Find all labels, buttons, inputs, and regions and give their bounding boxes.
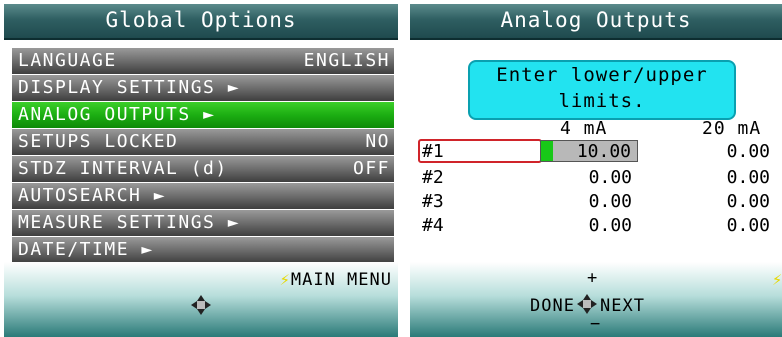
menu-item-label: DISPLAY SETTINGS: [18, 77, 216, 98]
main-menu-softkey[interactable]: ⚡MAIN MENU: [280, 270, 392, 290]
analog-outputs-screen: Analog Outputs Enter lower/upper limits.…: [410, 4, 782, 337]
submenu-arrow-icon: ►: [227, 77, 241, 98]
four-way-nav-icon: [577, 294, 597, 314]
menu-area: LANGUAGE ENGLISH DISPLAY SETTINGS ► ANAL…: [4, 40, 398, 264]
screen-title: Global Options: [4, 4, 398, 40]
menu-item-display-settings[interactable]: DISPLAY SETTINGS ►: [12, 75, 394, 101]
screen-title: Analog Outputs: [410, 4, 782, 40]
menu-item-label: AUTOSEARCH: [18, 185, 142, 206]
menu-item-value: ENGLISH: [303, 50, 390, 71]
menu-item-measure-settings[interactable]: MEASURE SETTINGS ►: [12, 210, 394, 236]
low-limit-value[interactable]: 0.00: [542, 190, 632, 214]
submenu-arrow-icon: ►: [141, 239, 154, 260]
global-options-screen: Global Options LANGUAGE ENGLISH DISPLAY …: [4, 4, 398, 337]
next-softkey[interactable]: NEXT: [600, 296, 645, 316]
low-limit-input[interactable]: 10.00: [540, 140, 638, 162]
menu-item-date-time[interactable]: DATE/TIME ►: [12, 237, 394, 263]
submenu-arrow-icon: ►: [153, 185, 167, 206]
output-label: #4: [422, 215, 444, 236]
increment-label: +: [587, 268, 599, 288]
lightning-bolt-icon: ⚡: [772, 270, 782, 290]
lightning-bolt-icon: ⚡: [279, 270, 291, 290]
menu-item-analog-outputs[interactable]: ANALOG OUTPUTS ►: [12, 102, 394, 128]
done-softkey[interactable]: DONE: [530, 296, 575, 316]
menu-item-label: LANGUAGE: [18, 50, 117, 71]
menu-item-label: SETUPS LOCKED: [18, 131, 179, 152]
menu-item-stdz-interval[interactable]: STDZ INTERVAL (d) OFF: [12, 156, 394, 182]
high-limit-value[interactable]: 0.00: [670, 166, 770, 190]
menu-item-label: MEASURE SETTINGS: [18, 212, 216, 233]
options-menu: LANGUAGE ENGLISH DISPLAY SETTINGS ► ANAL…: [12, 48, 394, 264]
softkey-bar: + DONE NEXT − ⚡: [410, 262, 782, 337]
submenu-arrow-icon: ►: [203, 104, 216, 125]
output-label: #3: [422, 191, 444, 212]
output-row: #4 0.00 0.00: [420, 214, 782, 238]
menu-item-autosearch[interactable]: AUTOSEARCH ►: [12, 183, 394, 209]
high-limit-value[interactable]: 0.00: [670, 190, 770, 214]
outputs-area: Enter lower/upper limits. 4 mA 20 mA #1 …: [410, 40, 782, 262]
menu-item-label: STDZ INTERVAL (d): [18, 158, 228, 179]
instruction-banner: Enter lower/upper limits.: [468, 60, 736, 120]
column-header-high: 20 mA: [702, 118, 762, 139]
four-way-nav-icon: [191, 295, 211, 315]
output-row: #1 10.00 0.00: [418, 139, 782, 164]
menu-item-language[interactable]: LANGUAGE ENGLISH: [12, 48, 394, 74]
menu-item-label: DATE/TIME: [18, 239, 130, 260]
edit-cursor: [541, 141, 553, 161]
output-row: #3 0.00 0.00: [420, 190, 782, 214]
low-limit-value[interactable]: 0.00: [542, 166, 632, 190]
output-row: #2 0.00 0.00: [420, 166, 782, 190]
output-label: #1: [422, 141, 444, 162]
submenu-arrow-icon: ►: [227, 212, 241, 233]
low-limit-value: 10.00: [576, 141, 631, 162]
menu-item-label: ANALOG OUTPUTS: [18, 104, 191, 125]
menu-item-value: NO: [365, 131, 390, 152]
high-limit-value[interactable]: 0.00: [670, 140, 770, 164]
main-menu-label: MAIN MENU: [290, 270, 392, 290]
output-label: #2: [422, 167, 444, 188]
menu-item-value: OFF: [352, 158, 390, 179]
menu-item-setups-locked[interactable]: SETUPS LOCKED NO: [12, 129, 394, 155]
softkey-bar: ⚡MAIN MENU: [4, 262, 398, 337]
low-limit-value[interactable]: 0.00: [542, 214, 632, 238]
column-header-low: 4 mA: [560, 118, 608, 139]
instruction-line: Enter lower/upper: [496, 64, 708, 86]
high-limit-value[interactable]: 0.00: [670, 214, 770, 238]
decrement-label: −: [590, 314, 602, 334]
instruction-line: limits.: [558, 90, 646, 112]
